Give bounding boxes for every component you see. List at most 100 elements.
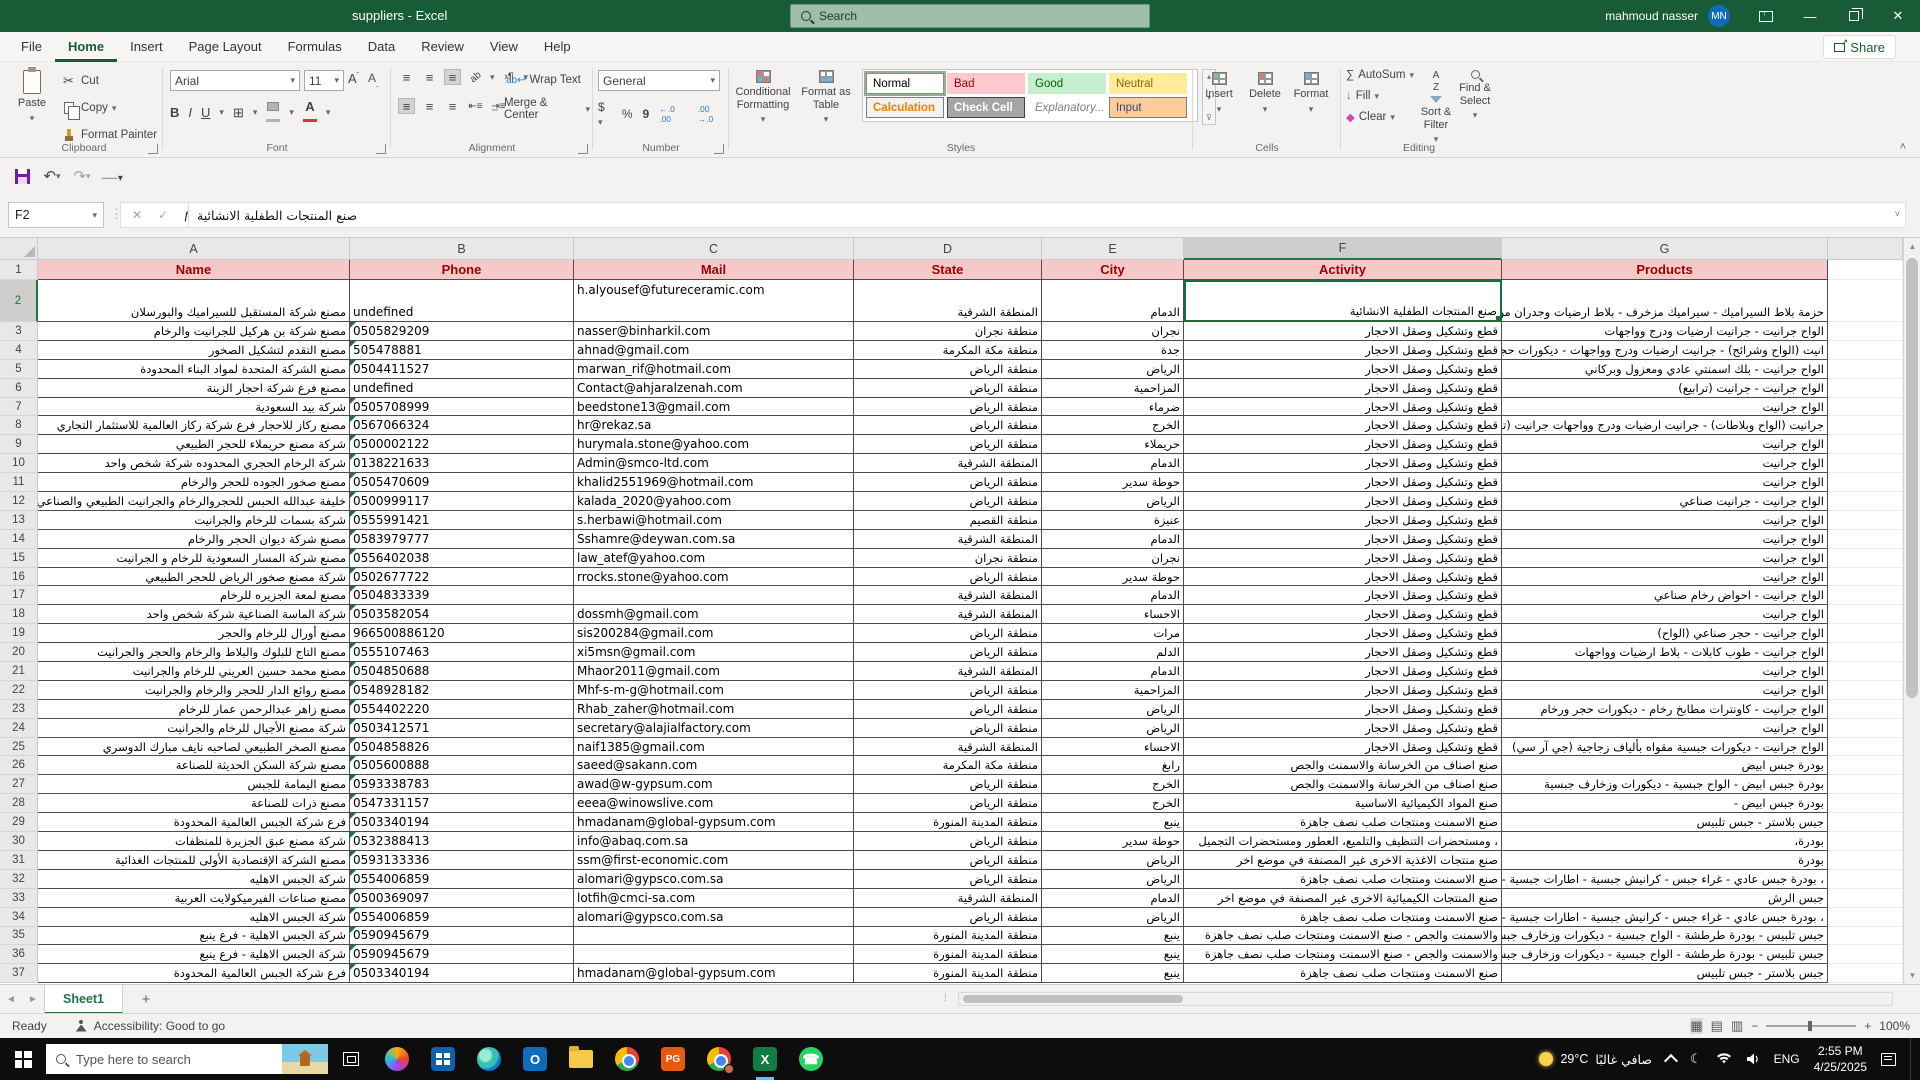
tab-review[interactable]: Review [408, 32, 477, 62]
cell-F37[interactable]: صنع الاسمنت ومنتجات صلب نصف جاهزة [1184, 964, 1502, 983]
cell-E17[interactable]: الدمام [1042, 586, 1184, 605]
column-header-B[interactable]: B [350, 238, 574, 260]
empty-cell[interactable] [1828, 492, 1903, 511]
cell-G33[interactable]: جبس الرش [1502, 889, 1828, 908]
currency-icon[interactable]: $ ▾ [598, 100, 612, 128]
night-light-icon[interactable]: ☾ [1690, 1051, 1702, 1067]
cell-G6[interactable]: الواح جرانيت - جرانيت (ترابيع) [1502, 379, 1828, 398]
cell-B15[interactable]: 0556402038 [350, 549, 574, 568]
cell-C2[interactable]: h.alyousef@futureceramic.com [574, 280, 854, 322]
cell-D32[interactable]: منطقة الرياض [854, 870, 1042, 889]
cell-A23[interactable]: مصنع زاهر عبدالرحمن عمار للرخام [38, 700, 350, 719]
name-box[interactable]: F2▾ [8, 202, 104, 228]
cell-F5[interactable]: قطع وتشكيل وصقل الاحجار [1184, 360, 1502, 379]
cell-C36[interactable] [574, 945, 854, 964]
cell-A8[interactable]: مصنع ركاز للاحجار فرع شركة ركاز العالمية… [38, 416, 350, 435]
increase-decimal-icon[interactable]: ←.0 .00 [659, 104, 687, 124]
cell-G3[interactable]: الواح جرانيت - جرانيت ارضيات ودرج وواجها… [1502, 322, 1828, 341]
cell-A37[interactable]: فرع شركة الجبس العالمية المحدودة [38, 964, 350, 983]
cell-E32[interactable]: الرياض [1042, 870, 1184, 889]
cell-E22[interactable]: المزاحمية [1042, 681, 1184, 700]
tab-home[interactable]: Home [55, 32, 117, 62]
row-header-2[interactable]: 2 [0, 280, 38, 322]
bold-button[interactable]: B [170, 105, 179, 120]
decrease-indent-icon[interactable]: ⇤≡ [467, 98, 484, 114]
cell-D19[interactable]: منطقة الرياض [854, 624, 1042, 643]
cell-A19[interactable]: مصنع أورال للرخام والحجر [38, 624, 350, 643]
cell-E19[interactable]: مرات [1042, 624, 1184, 643]
cell-F31[interactable]: صنع منتجات الاغذية الاخرى غير المصنفة في… [1184, 851, 1502, 870]
chrome-app-button[interactable] [604, 1038, 650, 1080]
cell-C14[interactable]: Sshamre@deywan.com.sa [574, 530, 854, 549]
cell-D10[interactable]: المنطقة الشرقية [854, 454, 1042, 473]
cell-E26[interactable]: رابغ [1042, 756, 1184, 775]
cell-C15[interactable]: law_atef@yahoo.com [574, 549, 854, 568]
cell-G10[interactable]: الواح جرانيت [1502, 454, 1828, 473]
empty-cell[interactable] [1828, 794, 1903, 813]
copy-button[interactable]: Copy ▾ [60, 97, 157, 119]
cell-G5[interactable]: الواح جرانيت - بلك اسمنتي عادي ومعزول وب… [1502, 360, 1828, 379]
page-break-view-icon[interactable]: ▥ [1731, 1018, 1743, 1034]
row-header-7[interactable]: 7 [0, 398, 38, 417]
cell-C31[interactable]: ssm@first-economic.com [574, 851, 854, 870]
cell-D20[interactable]: منطقة الرياض [854, 643, 1042, 662]
undo-button[interactable]: ↶▾ [40, 164, 64, 188]
number-dialog-launcher[interactable] [714, 144, 724, 154]
cell-A26[interactable]: مصنع شركة السكن الحديثة للصناعة [38, 756, 350, 775]
empty-cell[interactable] [1828, 813, 1903, 832]
row-header-3[interactable]: 3 [0, 322, 38, 341]
cell-G29[interactable]: جبس بلاستر - جبس تلبيس [1502, 813, 1828, 832]
cell-A9[interactable]: شركة مصنع حريملاء للحجر الطبيعي [38, 435, 350, 454]
empty-cell[interactable] [1828, 260, 1903, 280]
task-view-button[interactable] [328, 1038, 374, 1080]
cell-E18[interactable]: الاحساء [1042, 605, 1184, 624]
row-header-22[interactable]: 22 [0, 681, 38, 700]
cell-B29[interactable]: 0503340194 [350, 813, 574, 832]
cell-G22[interactable]: الواح جرانيت [1502, 681, 1828, 700]
cell-F10[interactable]: قطع وتشكيل وصقل الاحجار [1184, 454, 1502, 473]
cell-E29[interactable]: ينبع [1042, 813, 1184, 832]
cell-G32[interactable]: ، بودرة جبس عادي - غراء جبس - كرانيش جبس… [1502, 870, 1828, 889]
increase-font-icon[interactable]: Aˆ [348, 71, 359, 86]
cell-style-bad[interactable]: Bad [947, 73, 1025, 94]
cell-G25[interactable]: الواح جرانيت - ديكورات جبسية مقواه بأليا… [1502, 738, 1828, 757]
row-header-31[interactable]: 31 [0, 851, 38, 870]
cell-C34[interactable]: alomari@gypsco.com.sa [574, 908, 854, 927]
cell-B25[interactable]: 0504858826 [350, 738, 574, 757]
cell-C32[interactable]: alomari@gypsco.com.sa [574, 870, 854, 889]
zoom-slider-thumb[interactable] [1808, 1021, 1812, 1031]
empty-cell[interactable] [1828, 851, 1903, 870]
cell-G8[interactable]: جرانيت (الواح وبلاطات) - جرانيت ارضيات و… [1502, 416, 1828, 435]
cell-A27[interactable]: مصنع اليمامة للجبس [38, 775, 350, 794]
cell-F14[interactable]: قطع وتشكيل وصقل الاحجار [1184, 530, 1502, 549]
minimize-button[interactable]: — [1788, 0, 1832, 32]
cell-F22[interactable]: قطع وتشكيل وصقل الاحجار [1184, 681, 1502, 700]
cell-D16[interactable]: منطقة الرياض [854, 568, 1042, 587]
cell-B36[interactable]: 0590945679 [350, 945, 574, 964]
empty-cell[interactable] [1828, 511, 1903, 530]
edge-app-button[interactable] [466, 1038, 512, 1080]
row-header-27[interactable]: 27 [0, 775, 38, 794]
search-highlight-image[interactable] [282, 1044, 328, 1074]
cell-G13[interactable]: الواح جرانيت [1502, 511, 1828, 530]
row-header-30[interactable]: 30 [0, 832, 38, 851]
cell-B20[interactable]: 0555107463 [350, 643, 574, 662]
normal-view-icon[interactable]: ▦ [1690, 1018, 1702, 1034]
show-desktop-strip[interactable] [1910, 1038, 1914, 1080]
copilot-app-button[interactable] [374, 1038, 420, 1080]
cell-F24[interactable]: قطع وتشكيل وصقل الاحجار [1184, 719, 1502, 738]
font-name-combo[interactable]: Arial▾ [170, 70, 300, 91]
fill-color-button[interactable] [266, 100, 280, 125]
empty-cell[interactable] [1828, 870, 1903, 889]
cell-B8[interactable]: 0567066324 [350, 416, 574, 435]
cell-G16[interactable]: الواح جرانيت [1502, 568, 1828, 587]
cancel-entry-icon[interactable]: ✕ [125, 208, 149, 222]
cell-D37[interactable]: منطقة المدينة المنورة [854, 964, 1042, 983]
start-button[interactable] [0, 1038, 46, 1080]
excel-app-button[interactable]: X [742, 1038, 788, 1080]
cell-D36[interactable]: منطقة المدينة المنورة [854, 945, 1042, 964]
row-header-33[interactable]: 33 [0, 889, 38, 908]
cell-A28[interactable]: مصنع ذرات للصناعة [38, 794, 350, 813]
cell-F3[interactable]: قطع وتشكيل وصقل الاحجار [1184, 322, 1502, 341]
horizontal-scrollbar-thumb[interactable] [963, 995, 1183, 1003]
